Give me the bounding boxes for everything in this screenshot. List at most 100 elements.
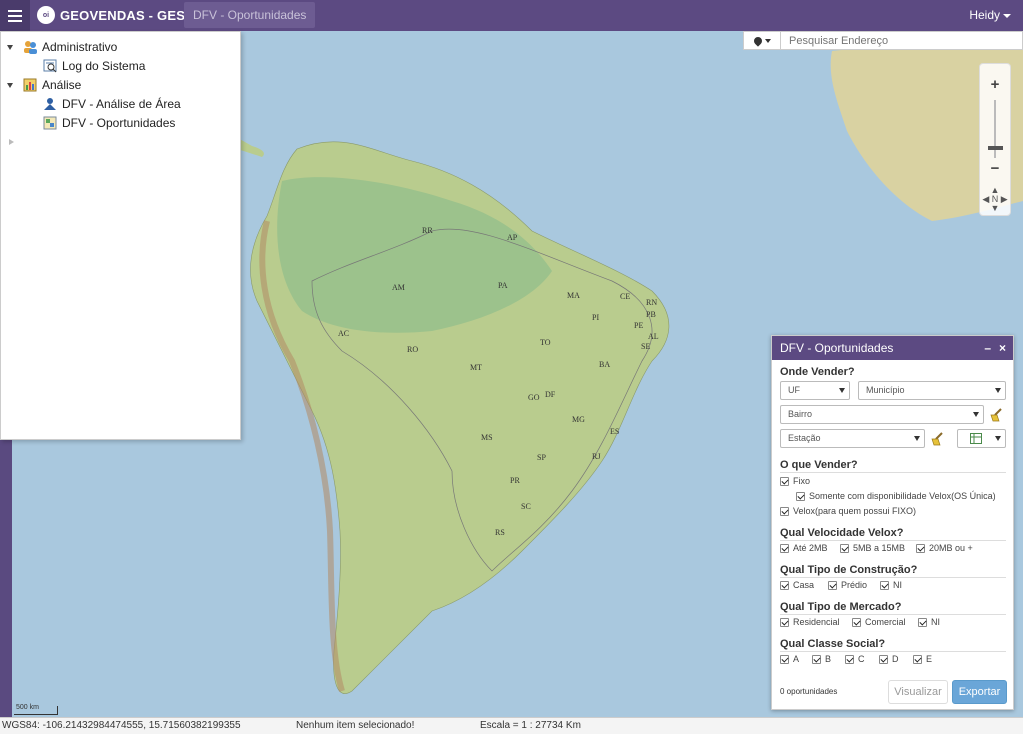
checkbox-label: Até 2MB — [793, 543, 828, 553]
tree-item-dfv-analise-area[interactable]: DFV - Análise de Área — [43, 97, 181, 111]
state-label: AP — [507, 233, 518, 242]
checkbox-box[interactable] — [840, 543, 849, 553]
market-checkbox[interactable]: NI — [918, 617, 940, 627]
log-icon — [43, 59, 57, 73]
construction-checkbox[interactable]: Prédio — [828, 580, 867, 590]
brand-logo: oi — [37, 6, 55, 24]
expand-caret-icon[interactable] — [7, 82, 13, 88]
construction-checkbox[interactable]: NI — [880, 580, 902, 590]
state-label: PI — [592, 313, 600, 322]
state-label: RS — [495, 528, 505, 537]
pan-compass-icon[interactable]: ▲ ◀ N ▶ ▼ — [980, 186, 1010, 214]
tree-item-dfv-oportunidades[interactable]: DFV - Oportunidades — [43, 116, 175, 130]
scale-readout: Escala = 1 : 27734 Km — [480, 720, 581, 731]
zoom-in-button[interactable]: + — [980, 76, 1010, 93]
exportar-button[interactable]: Exportar — [952, 680, 1007, 704]
checkbox-box[interactable] — [780, 476, 789, 486]
state-label: PA — [498, 281, 508, 290]
state-label: MG — [572, 415, 585, 424]
chevron-down-icon — [839, 388, 845, 393]
estacao-select[interactable]: Estação — [780, 429, 925, 448]
state-label: PB — [646, 310, 656, 319]
class-checkbox[interactable]: D — [879, 654, 899, 664]
municipio-select[interactable]: Município — [858, 381, 1006, 400]
state-label: MS — [481, 433, 493, 442]
somente-velox-checkbox[interactable]: Somente com disponibilidade Velox(OS Úni… — [796, 491, 996, 501]
chevron-down-icon — [764, 38, 771, 43]
layer-options-dropdown[interactable] — [957, 429, 1006, 448]
checkbox-box[interactable] — [852, 617, 861, 627]
checkbox-box[interactable] — [812, 654, 821, 664]
tree-item-log-do-sistema[interactable]: Log do Sistema — [43, 59, 145, 73]
navigation-tree: Administrativo Log do Sistema Análise DF… — [0, 31, 241, 440]
search-input[interactable] — [784, 32, 1020, 49]
minimize-icon[interactable]: – — [984, 336, 991, 360]
uf-select-value: UF — [788, 385, 800, 395]
checkbox-label: E — [926, 654, 933, 664]
checkbox-box[interactable] — [780, 580, 789, 590]
class-checkbox[interactable]: E — [913, 654, 932, 664]
checkbox-label: Somente com disponibilidade Velox(OS Úni… — [809, 491, 996, 501]
checkbox-box[interactable] — [918, 617, 927, 627]
checkbox-box[interactable] — [796, 491, 805, 501]
tree-item-administrativo[interactable]: Administrativo — [7, 40, 117, 54]
checkbox-label: Fixo — [793, 476, 811, 486]
municipio-select-value: Município — [866, 385, 905, 395]
checkbox-box[interactable] — [780, 654, 789, 664]
visualizar-button[interactable]: Visualizar — [888, 680, 948, 704]
construction-checkbox[interactable]: Casa — [780, 580, 814, 590]
market-checkbox[interactable]: Comercial — [852, 617, 906, 627]
menu-icon[interactable] — [0, 0, 30, 31]
class-checkbox[interactable]: A — [780, 654, 799, 664]
zoom-control: + − ▲ ◀ N ▶ ▼ — [979, 63, 1011, 216]
state-label: AL — [648, 332, 659, 341]
checkbox-box[interactable] — [879, 654, 888, 664]
market-checkbox[interactable]: Residencial — [780, 617, 840, 627]
state-label: GO — [528, 393, 540, 402]
speed-checkbox[interactable]: 5MB a 15MB — [840, 543, 905, 553]
checkbox-box[interactable] — [916, 543, 925, 553]
chevron-down-icon — [973, 412, 979, 417]
checkbox-box[interactable] — [780, 617, 789, 627]
section-construction: Qual Tipo de Construção? — [780, 564, 918, 576]
checkbox-box[interactable] — [845, 654, 854, 664]
tree-item-analise[interactable]: Análise — [7, 78, 81, 92]
checkbox-box[interactable] — [828, 580, 837, 590]
speed-checkbox[interactable]: Até 2MB — [780, 543, 828, 553]
tab-dfv-oportunidades[interactable]: DFV - Oportunidades — [184, 2, 316, 28]
uf-select[interactable]: UF — [780, 381, 850, 400]
chevron-down-icon — [914, 436, 920, 441]
checkbox-box[interactable] — [780, 543, 789, 553]
fixo-checkbox[interactable]: Fixo — [780, 476, 810, 486]
class-checkbox[interactable]: C — [845, 654, 865, 664]
checkbox-box[interactable] — [880, 580, 889, 590]
expand-caret-icon[interactable] — [7, 44, 13, 50]
user-name: Heidy — [969, 8, 1000, 22]
speed-checkbox[interactable]: 20MB ou + — [916, 543, 973, 553]
state-label: RR — [422, 226, 433, 235]
location-pin-dropdown[interactable] — [744, 32, 781, 49]
collapsed-caret-icon[interactable] — [9, 139, 14, 145]
section-market: Qual Tipo de Mercado? — [780, 601, 902, 613]
clear-broom-icon[interactable] — [988, 407, 1004, 423]
divider — [780, 577, 1006, 578]
map-pin-icon — [751, 34, 764, 47]
velox-checkbox[interactable]: Velox(para quem possui FIXO) — [780, 506, 916, 516]
checkbox-label: Comercial — [865, 617, 906, 627]
clear-broom-icon[interactable] — [929, 431, 945, 447]
close-icon[interactable]: × — [999, 336, 1006, 360]
status-bar: WGS84: -106.21432984474555, 15.715603821… — [0, 717, 1023, 734]
state-label: SC — [521, 502, 531, 511]
state-label: DF — [545, 390, 556, 399]
bairro-select[interactable]: Bairro — [780, 405, 984, 424]
estacao-select-value: Estação — [788, 433, 821, 443]
panel-header[interactable]: DFV - Oportunidades – × — [772, 336, 1013, 360]
zoom-out-button[interactable]: − — [980, 160, 1010, 177]
zoom-slider-thumb[interactable] — [988, 146, 1003, 150]
user-menu[interactable]: Heidy — [969, 8, 1011, 22]
class-checkbox[interactable]: B — [812, 654, 831, 664]
tree-empty-node[interactable] — [9, 139, 14, 145]
bairro-select-value: Bairro — [788, 409, 813, 419]
checkbox-box[interactable] — [913, 654, 922, 664]
checkbox-box[interactable] — [780, 506, 789, 516]
